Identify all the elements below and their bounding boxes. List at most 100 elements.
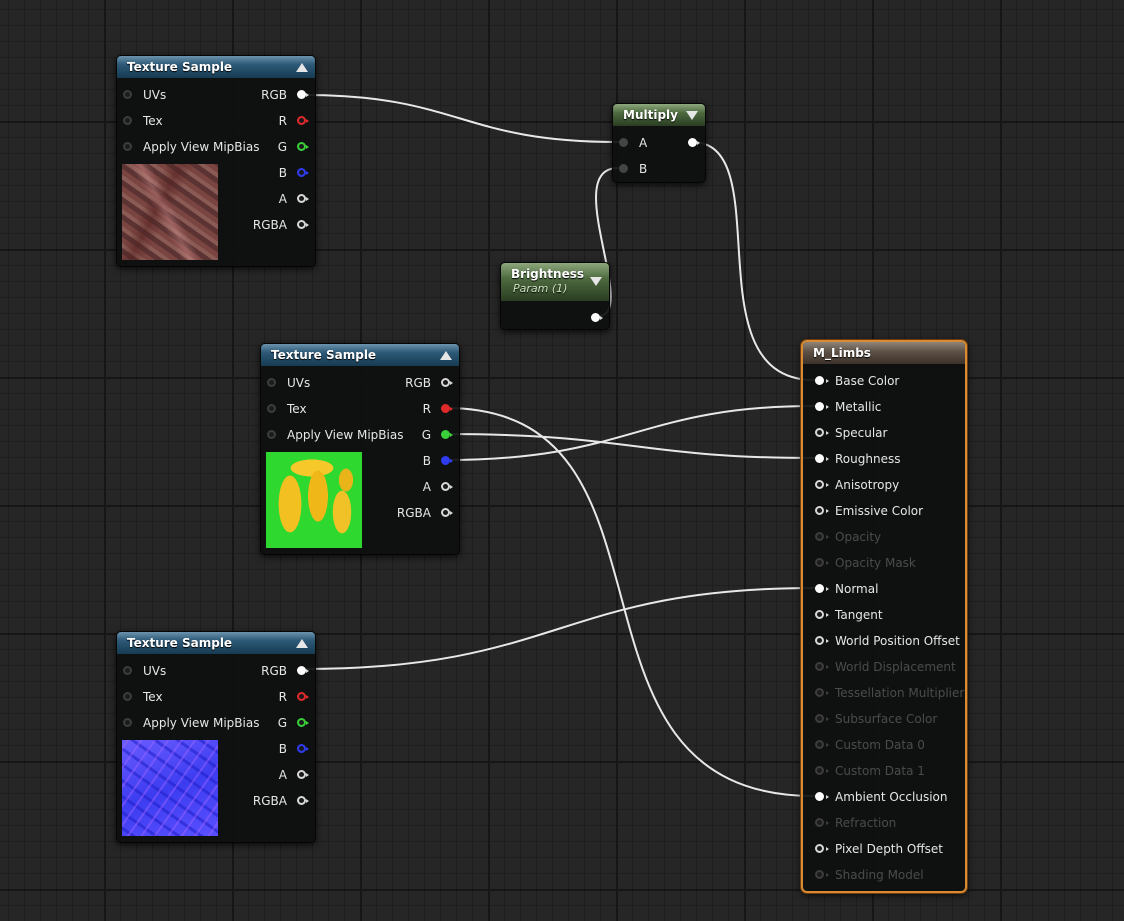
input-pin-icon[interactable] — [123, 116, 132, 125]
node-header[interactable]: Multiply — [613, 104, 705, 126]
input-pin-icon[interactable] — [815, 454, 824, 463]
output-pin-icon[interactable] — [297, 220, 309, 229]
output-pin-icon[interactable] — [297, 770, 309, 779]
material-input-pixel-depth-offset[interactable]: Pixel Depth Offset — [803, 836, 965, 862]
output-pin-icon[interactable] — [297, 116, 309, 125]
material-input-opacity: Opacity — [803, 524, 965, 550]
input-pin-icon[interactable] — [815, 636, 824, 645]
output-pin-icon[interactable] — [688, 138, 700, 147]
texture-sample-node-3[interactable]: Texture Sample UVs Tex Apply View MipBia… — [116, 631, 316, 843]
wire-r-to-ambient-occlusion[interactable] — [445, 407, 815, 797]
input-pin-icon[interactable] — [123, 90, 132, 99]
output-result[interactable] — [665, 130, 705, 156]
collapse-arrow-icon[interactable] — [590, 277, 602, 286]
wire-rgb-to-multiply-a[interactable] — [303, 94, 619, 143]
material-input-anisotropy[interactable]: Anisotropy — [803, 472, 965, 498]
output-g[interactable]: G — [349, 422, 459, 448]
input-pin-icon[interactable] — [815, 376, 824, 385]
output-b[interactable]: B — [349, 448, 459, 474]
input-pin-icon[interactable] — [815, 610, 824, 619]
material-input-specular[interactable]: Specular — [803, 420, 965, 446]
material-input-tangent[interactable]: Tangent — [803, 602, 965, 628]
material-input-emissive-color[interactable]: Emissive Color — [803, 498, 965, 524]
output-a[interactable]: A — [205, 762, 315, 788]
output-rgb[interactable]: RGB — [205, 82, 315, 108]
input-pin-icon — [815, 558, 824, 567]
texture-sample-node-2[interactable]: Texture Sample UVs Tex Apply View MipBia… — [260, 343, 460, 555]
output-r[interactable]: R — [205, 684, 315, 710]
output-rgba[interactable]: RGBA — [349, 500, 459, 526]
input-pin-icon[interactable] — [815, 428, 824, 437]
material-input-base-color[interactable]: Base Color — [803, 368, 965, 394]
multiply-node[interactable]: Multiply A B — [612, 103, 706, 183]
output-g[interactable]: G — [205, 134, 315, 160]
texture-sample-node-1[interactable]: Texture Sample UVs Tex Apply View MipBia… — [116, 55, 316, 267]
output-a[interactable]: A — [349, 474, 459, 500]
material-input-metallic[interactable]: Metallic — [803, 394, 965, 420]
wire-g-to-roughness[interactable] — [445, 433, 815, 459]
wire-normal-rgb-to-normal[interactable] — [303, 587, 815, 670]
output-pin-icon[interactable] — [297, 90, 309, 99]
input-pin-icon[interactable] — [815, 480, 824, 489]
output-pin-icon[interactable] — [441, 430, 453, 439]
input-pin-icon[interactable] — [267, 378, 276, 387]
material-input-ambient-occlusion[interactable]: Ambient Occlusion — [803, 784, 965, 810]
collapse-arrow-icon[interactable] — [296, 639, 308, 648]
input-pin-icon[interactable] — [619, 164, 628, 173]
input-pin-icon[interactable] — [123, 692, 132, 701]
input-pin-icon[interactable] — [815, 792, 824, 801]
output-pin-icon[interactable] — [297, 744, 309, 753]
material-input-roughness[interactable]: Roughness — [803, 446, 965, 472]
brightness-param-node[interactable]: Brightness Param (1) — [500, 262, 610, 330]
input-pin-icon[interactable] — [123, 142, 132, 151]
output-pin-icon[interactable] — [591, 313, 603, 322]
wire-b-to-metallic[interactable] — [445, 405, 815, 461]
input-pin-icon[interactable] — [267, 430, 276, 439]
output-pin-icon[interactable] — [297, 142, 309, 151]
collapse-arrow-icon[interactable] — [296, 63, 308, 72]
collapse-arrow-icon[interactable] — [440, 351, 452, 360]
input-pin-icon[interactable] — [123, 718, 132, 727]
node-header[interactable]: Brightness Param (1) — [501, 263, 609, 301]
node-header[interactable]: M_Limbs — [803, 342, 965, 364]
output-pin-icon[interactable] — [441, 508, 453, 517]
input-pin-icon[interactable] — [815, 584, 824, 593]
output-pin-icon[interactable] — [297, 168, 309, 177]
output-r[interactable]: R — [349, 396, 459, 422]
output-rgba[interactable]: RGBA — [205, 788, 315, 814]
output-r[interactable]: R — [205, 108, 315, 134]
output-b[interactable]: B — [205, 160, 315, 186]
output-pin-icon[interactable] — [441, 482, 453, 491]
wire-multiply-to-basecolor[interactable] — [691, 141, 815, 381]
collapse-arrow-icon[interactable] — [686, 111, 698, 120]
input-pin-icon[interactable] — [815, 506, 824, 515]
output-value[interactable] — [569, 305, 609, 331]
node-header[interactable]: Texture Sample — [117, 632, 315, 654]
output-pin-icon[interactable] — [297, 796, 309, 805]
output-pin-icon[interactable] — [297, 692, 309, 701]
input-pin-icon[interactable] — [815, 402, 824, 411]
output-rgb[interactable]: RGB — [205, 658, 315, 684]
output-pin-icon[interactable] — [441, 378, 453, 387]
output-rgb[interactable]: RGB — [349, 370, 459, 396]
input-pin-icon[interactable] — [815, 844, 824, 853]
material-input-normal[interactable]: Normal — [803, 576, 965, 602]
node-header[interactable]: Texture Sample — [117, 56, 315, 78]
node-header[interactable]: Texture Sample — [261, 344, 459, 366]
material-output-node[interactable]: M_Limbs Base Color Metallic Specular Roughn… — [801, 340, 967, 893]
output-pin-icon[interactable] — [297, 666, 309, 675]
input-pin-icon[interactable] — [619, 138, 628, 147]
output-pin-icon[interactable] — [441, 456, 453, 465]
material-input-world-position-offset[interactable]: World Position Offset — [803, 628, 965, 654]
output-pin-icon[interactable] — [441, 404, 453, 413]
texture-preview-mask — [266, 452, 362, 548]
output-rgba[interactable]: RGBA — [205, 212, 315, 238]
output-g[interactable]: G — [205, 710, 315, 736]
output-b[interactable]: B — [205, 736, 315, 762]
output-pin-icon[interactable] — [297, 718, 309, 727]
output-pin-icon[interactable] — [297, 194, 309, 203]
input-pin-icon[interactable] — [267, 404, 276, 413]
output-a[interactable]: A — [205, 186, 315, 212]
input-pin-icon[interactable] — [123, 666, 132, 675]
input-b[interactable]: B — [613, 156, 705, 182]
